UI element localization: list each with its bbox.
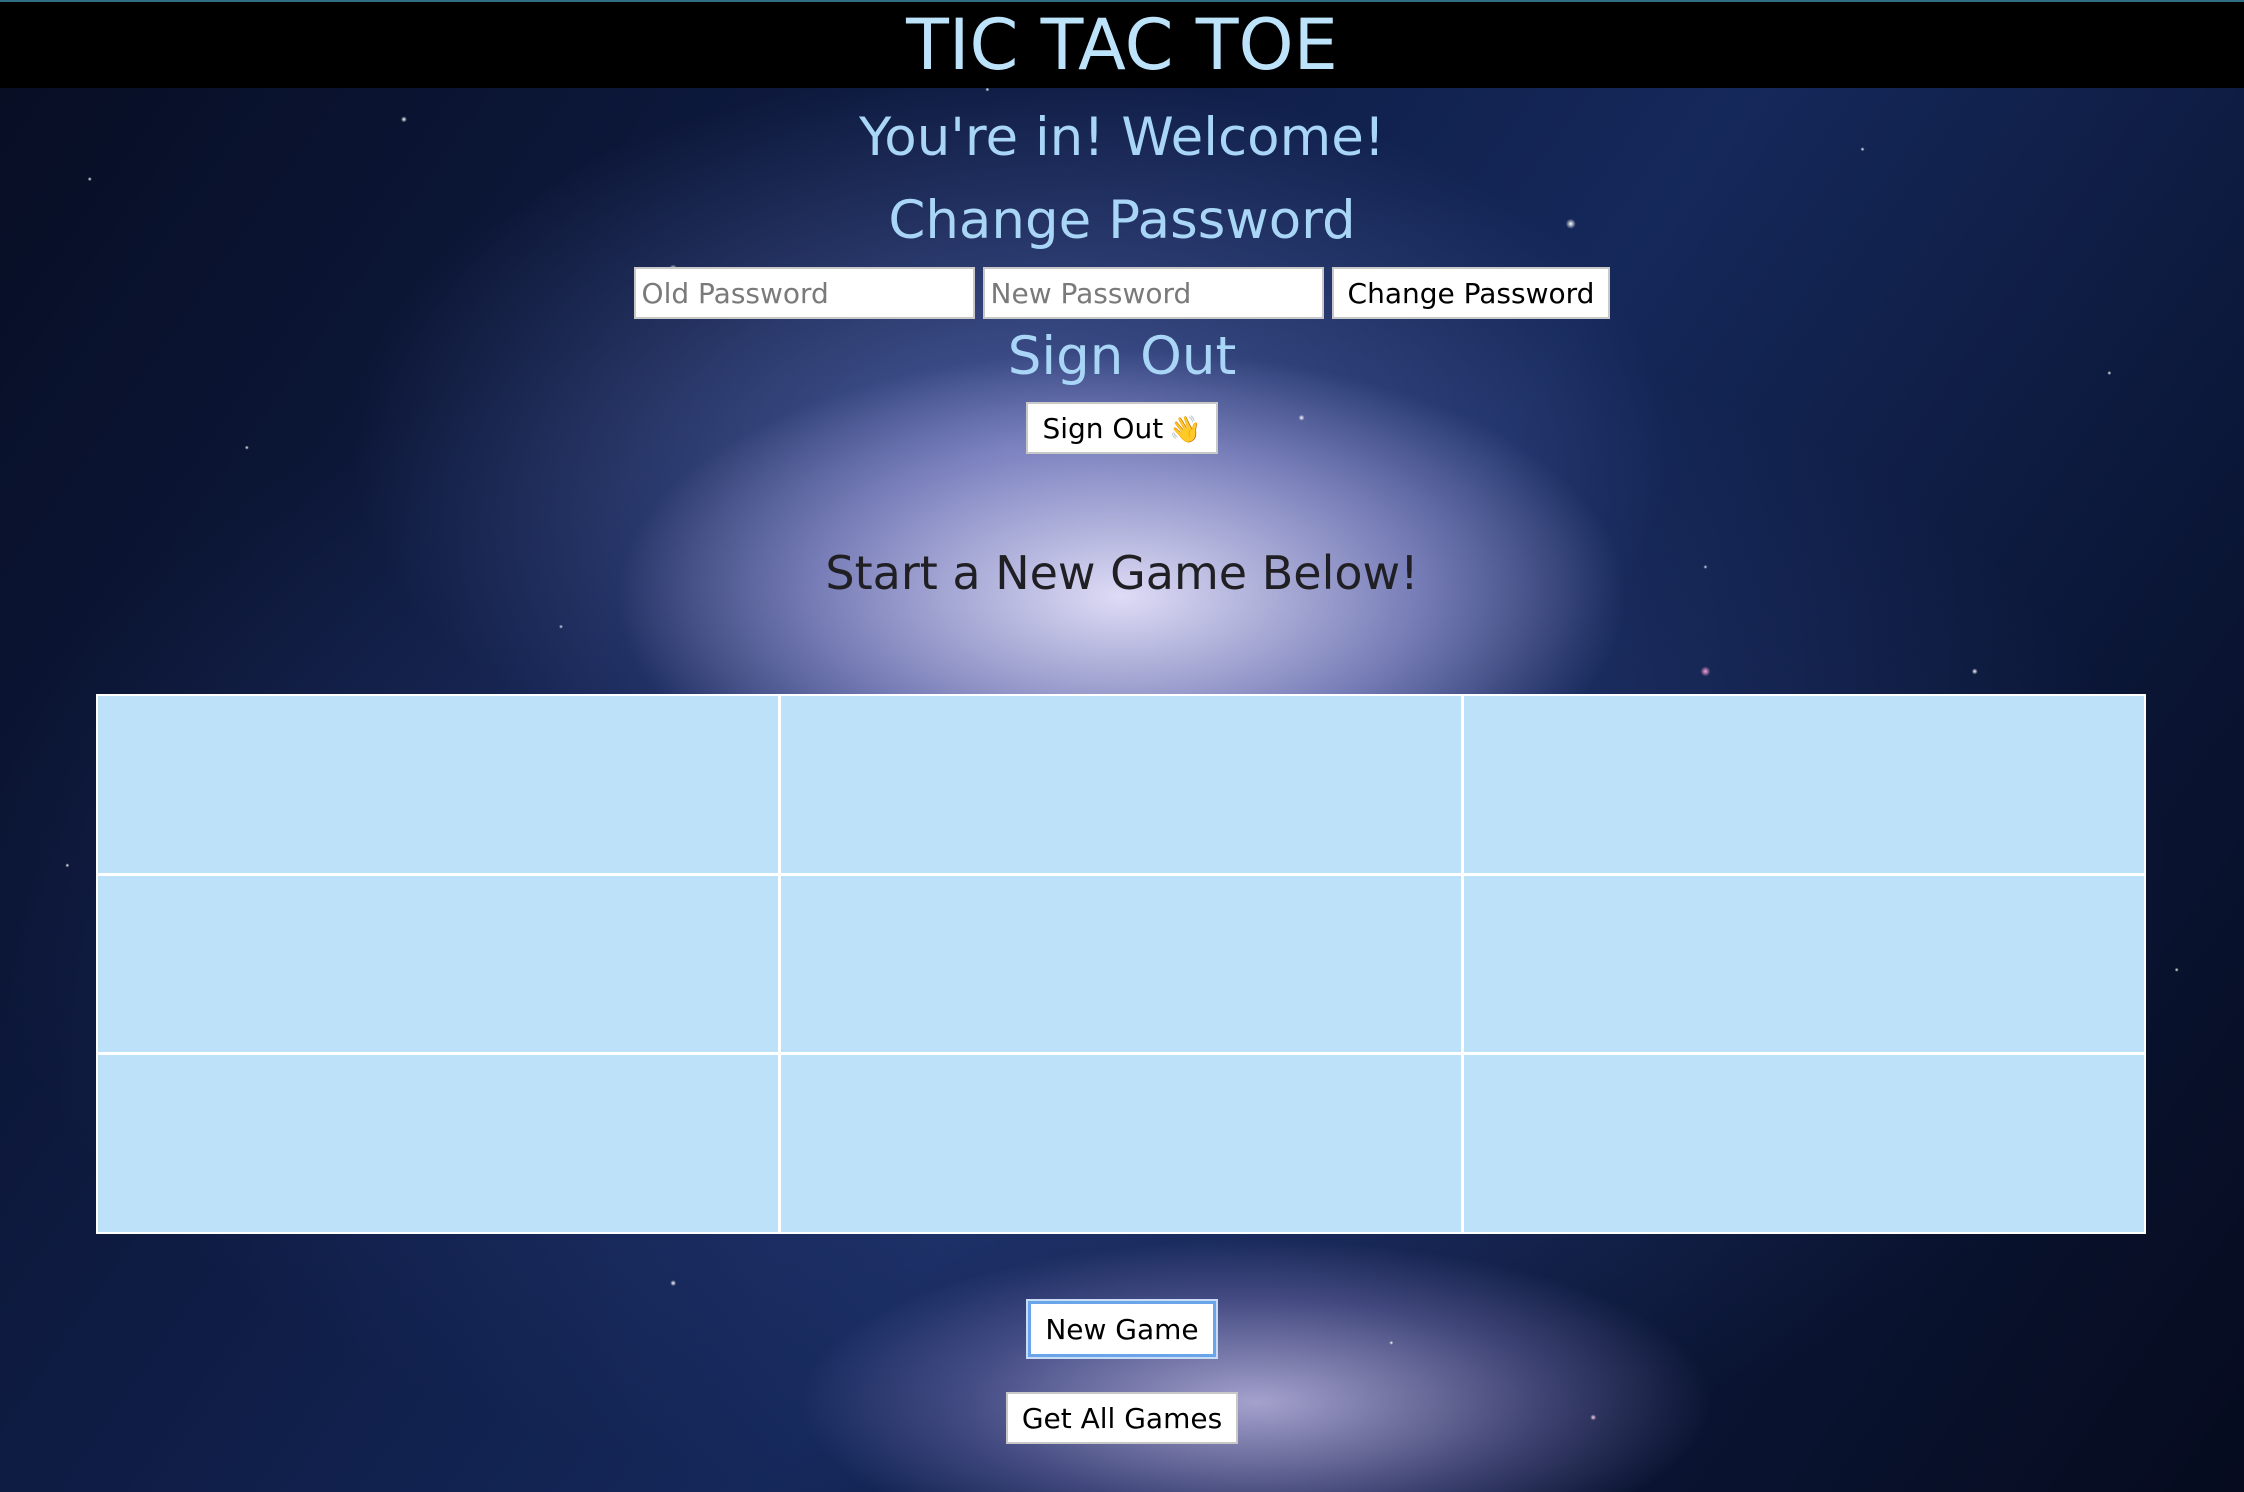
board-cell-6[interactable] <box>98 1055 778 1232</box>
old-password-input[interactable] <box>633 267 975 319</box>
app-header: TIC TAC TOE <box>0 0 2244 88</box>
board-cell-2[interactable] <box>1464 696 2144 873</box>
board-cell-3[interactable] <box>98 875 778 1053</box>
new-game-button[interactable]: New Game <box>1028 1301 1216 1357</box>
app-title: TIC TAC TOE <box>906 4 1338 86</box>
board-cell-4[interactable] <box>781 875 1461 1053</box>
board-cell-5[interactable] <box>1464 875 2144 1053</box>
new-game-row: New Game <box>0 1301 2244 1357</box>
change-password-button[interactable]: Change Password <box>1331 267 1611 319</box>
start-game-heading: Start a New Game Below! <box>825 546 1419 600</box>
board-cell-0[interactable] <box>98 696 778 873</box>
board-cell-7[interactable] <box>781 1055 1461 1232</box>
game-board <box>96 694 2146 1234</box>
board-cell-8[interactable] <box>1464 1055 2144 1232</box>
sign-out-button[interactable]: Sign Out 👋 <box>1026 402 1218 454</box>
sign-out-row: Sign Out 👋 <box>0 402 2244 454</box>
sign-out-label: Sign Out <box>1042 411 1164 445</box>
new-password-input[interactable] <box>982 267 1324 319</box>
change-password-heading: Change Password <box>888 190 1356 251</box>
welcome-message: You're in! Welcome! <box>858 107 1386 168</box>
get-all-games-row: Get All Games <box>0 1392 2244 1444</box>
change-password-form: Change Password <box>0 267 2244 319</box>
get-all-games-button[interactable]: Get All Games <box>1005 1392 1239 1444</box>
waving-hand-icon: 👋 <box>1169 414 1202 445</box>
board-cell-1[interactable] <box>781 696 1461 873</box>
sign-out-heading: Sign Out <box>1007 326 1237 387</box>
